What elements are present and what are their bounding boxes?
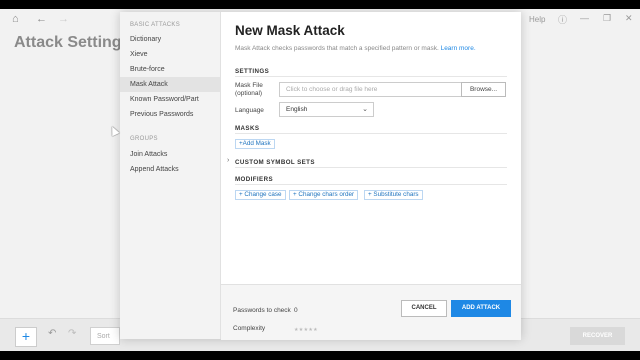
maximize-icon[interactable]: ❐ — [603, 13, 611, 24]
forward-arrow-icon[interactable]: → — [58, 13, 69, 25]
custom-symbol-sets-divider — [235, 167, 507, 168]
dialog-title: New Mask Attack — [235, 23, 345, 38]
substitute-chars-button[interactable]: + Substitute chars — [364, 190, 423, 200]
recover-button[interactable]: RECOVER — [570, 327, 625, 345]
info-icon[interactable]: ⓘ — [558, 13, 567, 26]
sidebar-item-previous-passwords[interactable]: Previous Passwords — [120, 107, 220, 122]
browse-button[interactable]: Browse... — [461, 82, 506, 97]
mask-file-label-text: Mask File — [235, 82, 263, 89]
language-value: English — [286, 106, 308, 113]
home-icon[interactable]: ⌂ — [12, 13, 19, 25]
add-icon[interactable]: + — [15, 327, 37, 347]
chevron-down-icon: ⌄ — [362, 106, 368, 113]
dialog-description: Mask Attack checks passwords that match … — [235, 45, 476, 52]
dialog-footer: Passwords to check 0 Complexity ★★★★★ CA… — [221, 284, 521, 340]
passwords-to-check-value: 0 — [294, 307, 298, 314]
custom-symbol-sets-heading[interactable]: CUSTOM SYMBOL SETS — [235, 159, 315, 166]
chevron-right-icon[interactable]: › — [227, 157, 229, 164]
change-chars-order-button[interactable]: + Change chars order — [289, 190, 359, 200]
settings-heading: SETTINGS — [235, 68, 270, 75]
sidebar-item-append-attacks[interactable]: Append Attacks — [120, 162, 220, 177]
complexity-rating: ★★★★★ — [294, 327, 318, 333]
modifiers-heading: MODIFIERS — [235, 176, 273, 183]
add-attack-button[interactable]: ADD ATTACK — [451, 300, 511, 317]
description-text: Mask Attack checks passwords that match … — [235, 45, 439, 52]
settings-divider — [235, 76, 507, 77]
app-window: ⌂ ← → Help ⓘ — ❐ ✕ Attack Settings + ↶ ↷… — [0, 9, 640, 351]
minimize-icon[interactable]: — — [580, 13, 589, 23]
new-mask-attack-dialog: BASIC ATTACKS Dictionary Xieve Brute-for… — [120, 12, 521, 340]
modifiers-divider — [235, 184, 507, 185]
masks-divider — [235, 133, 507, 134]
dialog-main: New Mask Attack Mask Attack checks passw… — [221, 12, 521, 340]
sidebar-heading-groups: GROUPS — [130, 136, 158, 142]
cancel-button[interactable]: CANCEL — [401, 300, 447, 317]
sidebar-heading-basic: BASIC ATTACKS — [130, 22, 181, 28]
sidebar-item-join-attacks[interactable]: Join Attacks — [120, 147, 220, 162]
sidebar-item-mask-attack[interactable]: Mask Attack — [120, 77, 220, 92]
change-case-button[interactable]: + Change case — [235, 190, 286, 200]
sidebar-item-brute-force[interactable]: Brute-force — [120, 62, 220, 77]
close-icon[interactable]: ✕ — [625, 13, 633, 24]
help-link[interactable]: Help — [529, 15, 545, 24]
undo-icon[interactable]: ↶ — [48, 328, 56, 339]
sidebar-item-xieve[interactable]: Xieve — [120, 47, 220, 62]
add-mask-button[interactable]: +Add Mask — [235, 139, 275, 149]
sidebar-item-known-password[interactable]: Known Password/Part — [120, 92, 220, 107]
redo-icon[interactable]: ↷ — [68, 328, 76, 339]
mask-file-optional: (optional) — [235, 90, 263, 97]
masks-heading: MASKS — [235, 125, 260, 132]
back-arrow-icon[interactable]: ← — [36, 13, 47, 25]
mask-file-label: Mask File (optional) — [235, 82, 263, 98]
mask-file-dropzone[interactable]: Click to choose or drag file here — [279, 82, 462, 97]
complexity-label: Complexity — [233, 325, 266, 332]
sidebar-item-dictionary[interactable]: Dictionary — [120, 32, 220, 47]
language-label: Language — [235, 107, 264, 114]
sort-dropdown[interactable]: Sort by F — [90, 327, 120, 345]
page-title: Attack Settings — [14, 34, 131, 51]
learn-more-link[interactable]: Learn more. — [441, 45, 476, 52]
passwords-to-check-label: Passwords to check — [233, 307, 291, 314]
language-select[interactable]: English ⌄ — [279, 102, 374, 117]
attack-type-sidebar: BASIC ATTACKS Dictionary Xieve Brute-for… — [120, 12, 221, 339]
mouse-cursor-icon — [108, 124, 120, 137]
